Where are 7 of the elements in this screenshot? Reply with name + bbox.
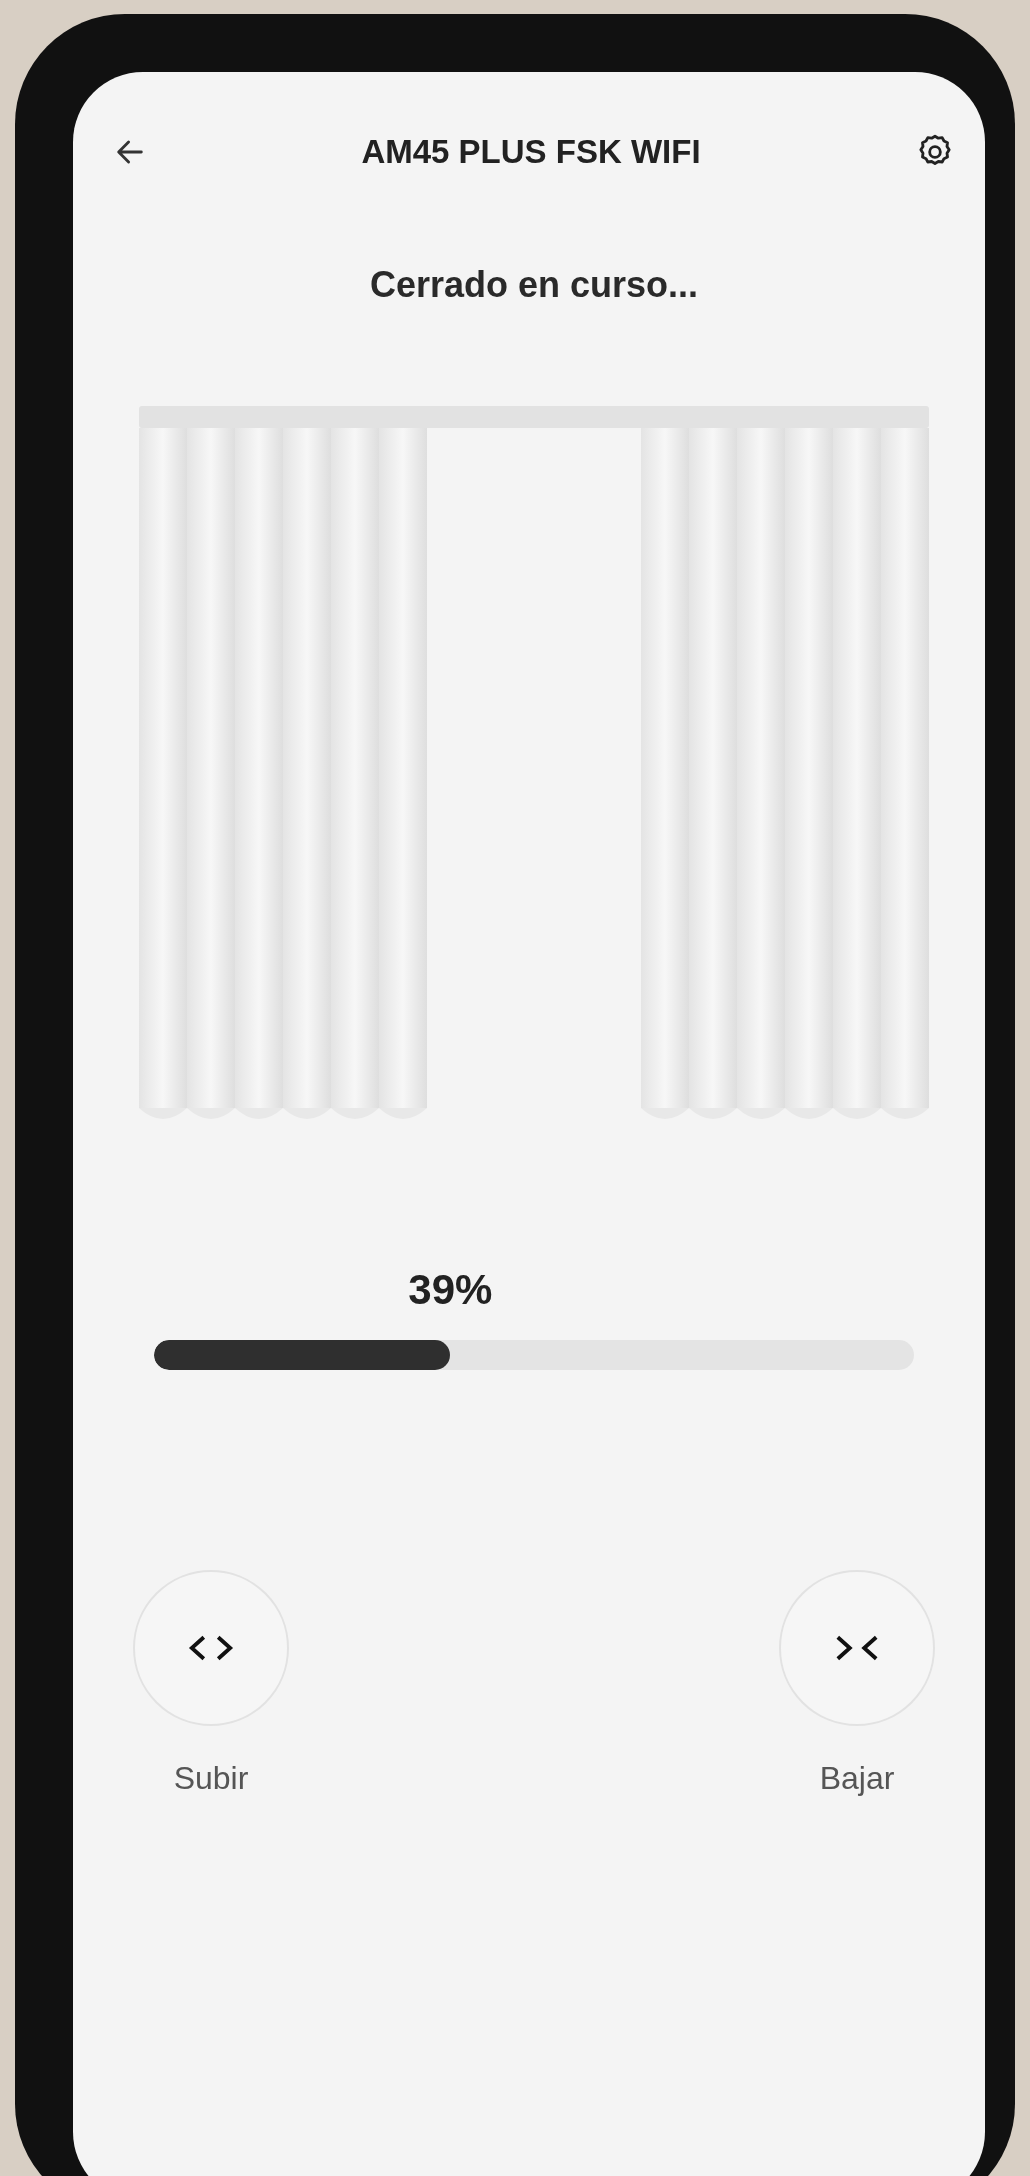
percentage-label: 39% — [408, 1266, 493, 1314]
status-text: Cerrado en curso... — [369, 264, 699, 306]
control-label: Bajar — [819, 1760, 895, 1797]
window-title: AM45 PLUS FSK WIFI — [361, 133, 701, 171]
control-label: Subir — [173, 1760, 249, 1797]
position-slider[interactable] — [154, 1340, 914, 1370]
chevrons-outward-icon — [187, 1633, 235, 1663]
